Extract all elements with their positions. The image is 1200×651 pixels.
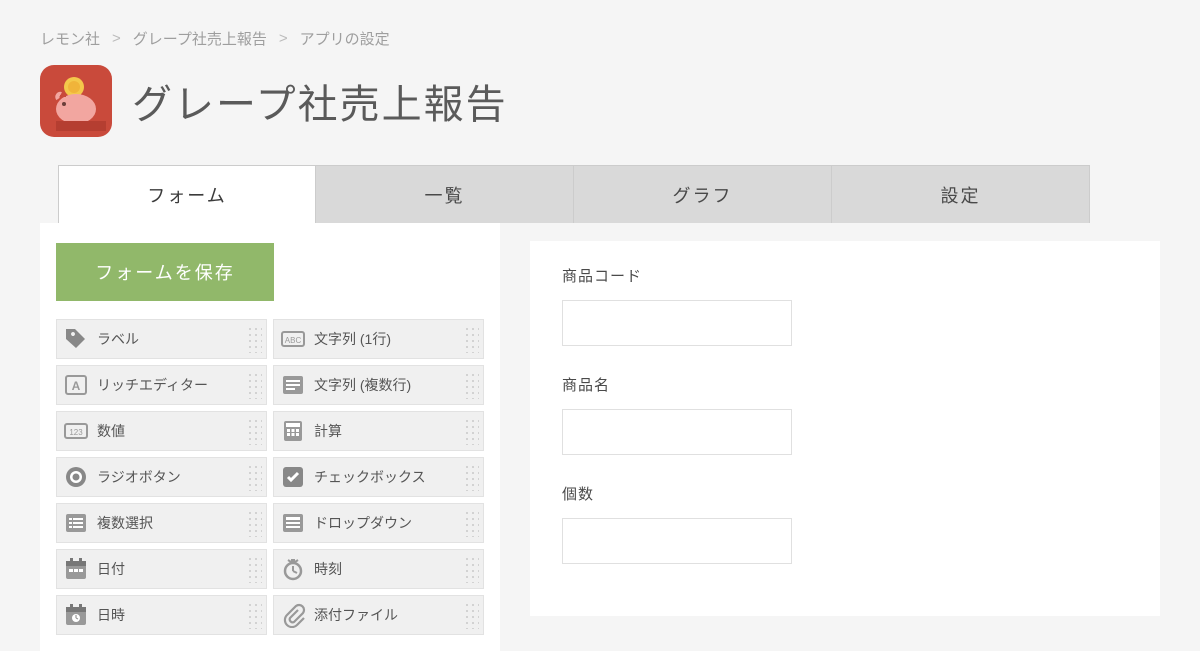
field-palette: ラベル 文字列 (1行) リッチエディター 文字列 (複数行) 数値 xyxy=(56,319,484,635)
palette-item-dropdown[interactable]: ドロップダウン xyxy=(273,503,484,543)
abc-icon xyxy=(280,326,306,352)
palette-item-label-text: 時刻 xyxy=(314,559,463,579)
grip-icon xyxy=(246,509,262,537)
field-input[interactable] xyxy=(562,518,792,564)
calendar-icon xyxy=(63,556,89,582)
grip-icon xyxy=(463,325,479,353)
palette-item-multiselect[interactable]: 複数選択 xyxy=(56,503,267,543)
breadcrumb-item-1[interactable]: グレープ社売上報告 xyxy=(133,28,267,49)
form-canvas: 商品コード 商品名 個数 xyxy=(530,241,1160,616)
palette-item-label-text: ドロップダウン xyxy=(314,513,463,533)
multiselect-icon xyxy=(63,510,89,536)
palette-item-radio[interactable]: ラジオボタン xyxy=(56,457,267,497)
form-field-quantity[interactable]: 個数 xyxy=(562,483,1128,564)
palette-item-label-text: ラベル xyxy=(97,329,246,349)
grip-icon xyxy=(463,463,479,491)
palette-item-label-text: ラジオボタン xyxy=(97,467,246,487)
palette-item-date[interactable]: 日付 xyxy=(56,549,267,589)
palette-item-label-text: 文字列 (1行) xyxy=(314,329,463,349)
tag-icon xyxy=(63,326,89,352)
field-label: 商品名 xyxy=(562,374,1128,395)
chevron-right-icon: > xyxy=(112,30,121,47)
save-form-button[interactable]: フォームを保存 xyxy=(56,243,274,301)
palette-item-number[interactable]: 数値 xyxy=(56,411,267,451)
palette-item-label-text: チェックボックス xyxy=(314,467,463,487)
palette-item-label-text: 日時 xyxy=(97,605,246,625)
palette-item-label[interactable]: ラベル xyxy=(56,319,267,359)
radio-icon xyxy=(63,464,89,490)
tab-graph[interactable]: グラフ xyxy=(574,165,832,223)
tab-form[interactable]: フォーム xyxy=(58,165,316,223)
palette-item-calc[interactable]: 計算 xyxy=(273,411,484,451)
breadcrumb-item-0[interactable]: レモン社 xyxy=(40,28,100,49)
palette-item-label-text: リッチエディター xyxy=(97,375,246,395)
clock-icon xyxy=(280,556,306,582)
grip-icon xyxy=(463,371,479,399)
palette-item-label-text: 添付ファイル xyxy=(314,605,463,625)
tab-list[interactable]: 一覧 xyxy=(316,165,574,223)
palette-item-time[interactable]: 時刻 xyxy=(273,549,484,589)
palette-item-richtext[interactable]: リッチエディター xyxy=(56,365,267,405)
field-palette-panel: フォームを保存 ラベル 文字列 (1行) リッチエディター 文字列 (複数行) xyxy=(40,223,500,651)
number-icon xyxy=(63,418,89,444)
palette-item-text[interactable]: 文字列 (1行) xyxy=(273,319,484,359)
grip-icon xyxy=(463,555,479,583)
chevron-right-icon: > xyxy=(279,30,288,47)
palette-item-checkbox[interactable]: チェックボックス xyxy=(273,457,484,497)
form-field-product-code[interactable]: 商品コード xyxy=(562,265,1128,346)
checkbox-icon xyxy=(280,464,306,490)
grip-icon xyxy=(463,417,479,445)
tabs: フォーム 一覧 グラフ 設定 xyxy=(0,165,1200,223)
tab-settings[interactable]: 設定 xyxy=(832,165,1090,223)
dropdown-icon xyxy=(280,510,306,536)
title-row: グレープ社売上報告 xyxy=(0,61,1200,165)
palette-item-multiline[interactable]: 文字列 (複数行) xyxy=(273,365,484,405)
field-label: 個数 xyxy=(562,483,1128,504)
grip-icon xyxy=(246,371,262,399)
palette-item-label-text: 数値 xyxy=(97,421,246,441)
palette-item-datetime[interactable]: 日時 xyxy=(56,595,267,635)
grip-icon xyxy=(246,601,262,629)
page-title: グレープ社売上報告 xyxy=(132,72,508,130)
grip-icon xyxy=(246,417,262,445)
grip-icon xyxy=(246,555,262,583)
grip-icon xyxy=(463,601,479,629)
breadcrumb: レモン社 > グレープ社売上報告 > アプリの設定 xyxy=(0,0,1200,61)
grip-icon xyxy=(246,325,262,353)
palette-item-label-text: 文字列 (複数行) xyxy=(314,375,463,395)
datetime-icon xyxy=(63,602,89,628)
palette-item-attachment[interactable]: 添付ファイル xyxy=(273,595,484,635)
palette-item-label-text: 日付 xyxy=(97,559,246,579)
multiline-icon xyxy=(280,372,306,398)
breadcrumb-item-2: アプリの設定 xyxy=(300,28,390,49)
field-label: 商品コード xyxy=(562,265,1128,286)
palette-item-label-text: 複数選択 xyxy=(97,513,246,533)
palette-item-label-text: 計算 xyxy=(314,421,463,441)
app-icon xyxy=(40,65,112,137)
paperclip-icon xyxy=(280,602,306,628)
form-field-product-name[interactable]: 商品名 xyxy=(562,374,1128,455)
field-input[interactable] xyxy=(562,300,792,346)
calculator-icon xyxy=(280,418,306,444)
panels: フォームを保存 ラベル 文字列 (1行) リッチエディター 文字列 (複数行) xyxy=(0,223,1200,651)
richtext-icon xyxy=(63,372,89,398)
grip-icon xyxy=(463,509,479,537)
field-input[interactable] xyxy=(562,409,792,455)
grip-icon xyxy=(246,463,262,491)
